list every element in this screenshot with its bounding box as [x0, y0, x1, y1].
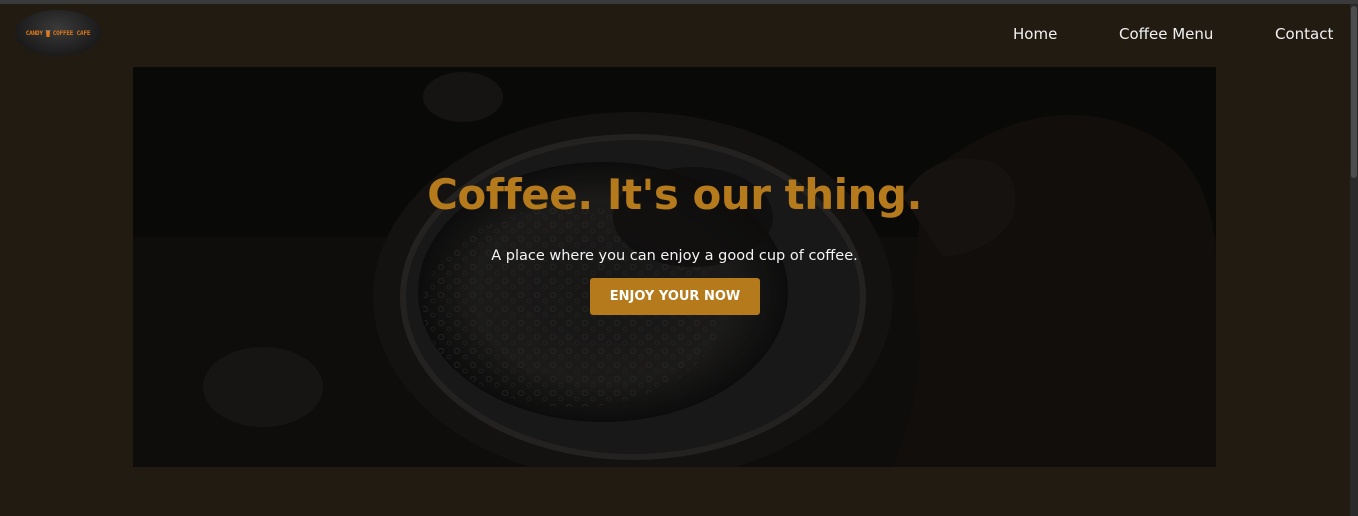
nav-link-coffee-menu[interactable]: Coffee Menu: [1119, 25, 1213, 43]
logo-text-left: CANDY: [25, 29, 43, 37]
hero-banner: Coffee. It's our thing. A place where yo…: [133, 67, 1216, 467]
hero-title: Coffee. It's our thing.: [427, 170, 922, 219]
coffee-cup-icon: [45, 29, 51, 37]
hero-subtitle: A place where you can enjoy a good cup o…: [491, 248, 858, 264]
brand-logo[interactable]: CANDY COFFEE CAFE: [15, 10, 101, 56]
nav-link-home[interactable]: Home: [1013, 25, 1057, 43]
scrollbar-thumb[interactable]: [1351, 6, 1357, 178]
enjoy-your-now-button[interactable]: ENJOY YOUR NOW: [590, 278, 760, 315]
hero-background-image: [133, 67, 1216, 467]
logo-text-right: COFFEE CAFE: [52, 29, 91, 37]
navbar: CANDY COFFEE CAFE Home Coffee Menu Conta…: [0, 4, 1350, 66]
nav-link-contact[interactable]: Contact: [1275, 25, 1333, 43]
